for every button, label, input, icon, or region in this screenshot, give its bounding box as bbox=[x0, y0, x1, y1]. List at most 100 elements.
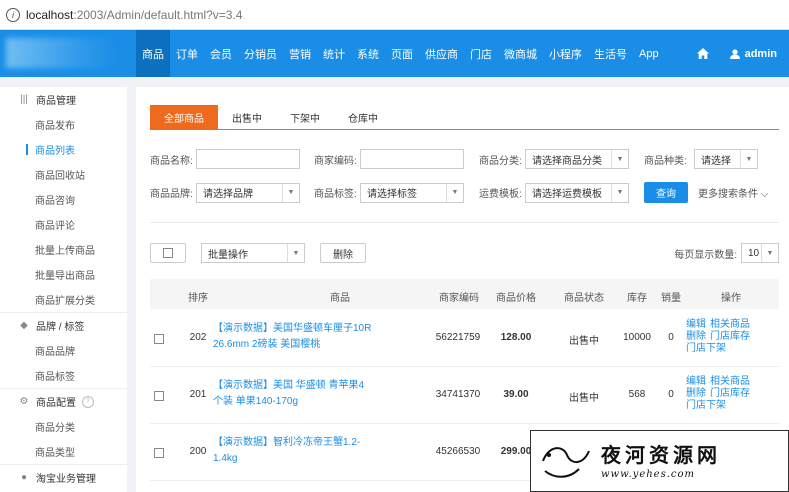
search-button[interactable]: 查询 bbox=[644, 182, 688, 203]
top-nav-item[interactable]: 小程序 bbox=[543, 30, 588, 77]
sidebar-item[interactable]: 商品分类 bbox=[0, 414, 127, 439]
row-checkbox[interactable] bbox=[154, 391, 164, 401]
chevron-down-icon: ▼ bbox=[740, 150, 757, 168]
url-path: :2003/Admin/default.html?v=3.4 bbox=[73, 7, 243, 22]
column-header: 销量 bbox=[661, 293, 681, 304]
top-nav-item[interactable]: 微商城 bbox=[498, 30, 543, 77]
freight-template-select-value: 请选择运费模板 bbox=[532, 189, 602, 200]
category-select-value: 请选择商品分类 bbox=[532, 155, 602, 167]
product-type-select[interactable]: 请选择 ▼ bbox=[694, 149, 758, 169]
top-nav-item[interactable]: 订单 bbox=[170, 30, 204, 77]
tab-3[interactable]: 仓库中 bbox=[334, 105, 392, 129]
column-header: 库存 bbox=[627, 293, 647, 304]
row-actions: 编辑 相关商品 删除 门店库存 门店下架 bbox=[686, 319, 756, 355]
sidebar-group[interactable]: ● 淘宝业务管理 bbox=[0, 465, 127, 490]
chevron-down-icon: ▼ bbox=[761, 244, 778, 262]
action-link[interactable]: 门店库存 bbox=[710, 388, 750, 399]
bulk-delete-button[interactable]: 删除 bbox=[320, 243, 366, 263]
row-checkbox[interactable] bbox=[154, 448, 164, 458]
tab-2[interactable]: 下架中 bbox=[276, 105, 334, 129]
sort-order: 200 bbox=[189, 446, 207, 457]
category-label: 商品分类: bbox=[479, 155, 522, 167]
action-link[interactable]: 删除 bbox=[686, 331, 706, 342]
top-nav-item[interactable]: 分销员 bbox=[238, 30, 283, 77]
top-nav-item[interactable]: 生活号 bbox=[588, 30, 633, 77]
merchant-code-label: 商家编码: bbox=[314, 155, 357, 167]
sales: 0 bbox=[668, 389, 674, 400]
tag-select-value: 请选择标签 bbox=[367, 189, 417, 200]
action-link[interactable]: 门店下架 bbox=[686, 343, 726, 354]
chevron-down-icon: ▼ bbox=[611, 150, 628, 168]
sidebar-item[interactable]: 商品品牌 bbox=[0, 338, 127, 363]
logo[interactable] bbox=[0, 30, 130, 77]
sidebar-item[interactable]: 商品回收站 bbox=[0, 162, 127, 187]
column-header: 排序 bbox=[188, 293, 208, 304]
watermark-logo: 夜河资源网 www.yehes.com bbox=[530, 430, 789, 492]
sidebar-item[interactable]: 商品列表 bbox=[0, 137, 127, 162]
browser-url-bar[interactable]: i localhost:2003/Admin/default.html?v=3.… bbox=[0, 0, 789, 30]
bulk-action-value: 批量操作 bbox=[208, 249, 248, 261]
product-name-label: 商品名称: bbox=[150, 155, 193, 167]
top-nav-item[interactable]: 供应商 bbox=[419, 30, 464, 77]
product-name-link[interactable]: 【演示数据】美国华盛顿车厘子10R 26.6mm 2磅装 美国樱桃 bbox=[213, 321, 373, 353]
sidebar-group[interactable]: ⚙ 商品配置? bbox=[0, 389, 127, 414]
sidebar-item[interactable]: 批量上传商品 bbox=[0, 237, 127, 262]
table-row: 202 56221759 128.00 出售中 10000 0 【演示数据】美国华盛顿车厘子… bbox=[150, 309, 779, 367]
top-nav-item[interactable]: 系统 bbox=[351, 30, 385, 77]
sidebar-group[interactable]: ||| 商品管理 bbox=[0, 87, 127, 112]
product-name-input[interactable] bbox=[196, 149, 300, 169]
page-size-select[interactable]: 10 ▼ bbox=[741, 243, 779, 263]
sort-order: 202 bbox=[189, 332, 207, 343]
freight-template-select[interactable]: 请选择运费模板 ▼ bbox=[525, 182, 629, 203]
action-link[interactable]: 门店下架 bbox=[686, 400, 726, 411]
top-nav-item[interactable]: App bbox=[633, 30, 665, 77]
action-link[interactable]: 编辑 bbox=[686, 319, 706, 330]
info-icon[interactable]: i bbox=[6, 7, 20, 22]
top-nav-item[interactable]: 会员 bbox=[204, 30, 238, 77]
sidebar-item[interactable]: 批量导出商品 bbox=[0, 262, 127, 287]
column-header: 商品价格 bbox=[496, 293, 536, 304]
row-actions: 编辑 相关商品 删除 门店库存 门店下架 bbox=[686, 376, 756, 412]
category-select[interactable]: 请选择商品分类 ▼ bbox=[525, 149, 629, 169]
sort-order: 201 bbox=[189, 389, 207, 400]
product-name-link[interactable]: 【演示数据】智利冷冻帝王蟹1.2-1.4kg bbox=[213, 435, 373, 467]
top-nav-item[interactable]: 商品 bbox=[136, 30, 170, 77]
merchant-code-input[interactable] bbox=[360, 149, 464, 169]
top-nav-item[interactable]: 统计 bbox=[317, 30, 351, 77]
action-link[interactable]: 相关商品 bbox=[710, 376, 750, 387]
tag-select[interactable]: 请选择标签 ▼ bbox=[360, 182, 464, 203]
user-menu[interactable]: admin bbox=[720, 48, 789, 60]
sidebar-item[interactable]: 商品扩展分类 bbox=[0, 287, 127, 312]
merchant-code: 34741370 bbox=[435, 389, 481, 400]
brand-select[interactable]: 请选择品牌 ▼ bbox=[196, 182, 300, 203]
top-nav-item[interactable]: 营销 bbox=[283, 30, 317, 77]
select-all-button[interactable] bbox=[150, 243, 186, 263]
action-link[interactable]: 相关商品 bbox=[710, 319, 750, 330]
sidebar-item[interactable]: 商品评论 bbox=[0, 212, 127, 237]
sidebar-group[interactable]: ◆ 品牌 / 标签 bbox=[0, 313, 127, 338]
bulk-action-select[interactable]: 批量操作 ▼ bbox=[201, 243, 305, 263]
sidebar-group-label: 品牌 / 标签 bbox=[36, 322, 85, 333]
more-search-toggle[interactable]: 更多搜索条件 ⌵ bbox=[698, 185, 768, 200]
tab-0[interactable]: 全部商品 bbox=[150, 105, 218, 129]
row-checkbox[interactable] bbox=[154, 334, 164, 344]
product-name-link[interactable]: 【演示数据】美国 华盛顿 青苹果4个装 单果140-170g bbox=[213, 378, 373, 410]
sidebar-item[interactable]: 商品咨询 bbox=[0, 187, 127, 212]
sidebar-item[interactable]: 商品发布 bbox=[0, 112, 127, 137]
url-text[interactable]: localhost:2003/Admin/default.html?v=3.4 bbox=[26, 8, 242, 22]
user-icon bbox=[729, 48, 740, 59]
action-link[interactable]: 删除 bbox=[686, 388, 706, 399]
home-icon[interactable] bbox=[686, 30, 720, 77]
action-link[interactable]: 编辑 bbox=[686, 376, 706, 387]
sidebar-item[interactable]: 商品类型 bbox=[0, 439, 127, 464]
product-type-select-value: 请选择 bbox=[701, 155, 731, 167]
column-header: 商品 bbox=[330, 293, 350, 304]
top-nav-item[interactable]: 页面 bbox=[385, 30, 419, 77]
help-icon[interactable]: ? bbox=[82, 395, 94, 408]
top-nav-item[interactable]: 门店 bbox=[464, 30, 498, 77]
price: 128.00 bbox=[500, 332, 532, 343]
tab-1[interactable]: 出售中 bbox=[218, 105, 276, 129]
status: 出售中 bbox=[569, 336, 599, 347]
sidebar-item[interactable]: 商品标签 bbox=[0, 363, 127, 388]
action-link[interactable]: 门店库存 bbox=[710, 331, 750, 342]
